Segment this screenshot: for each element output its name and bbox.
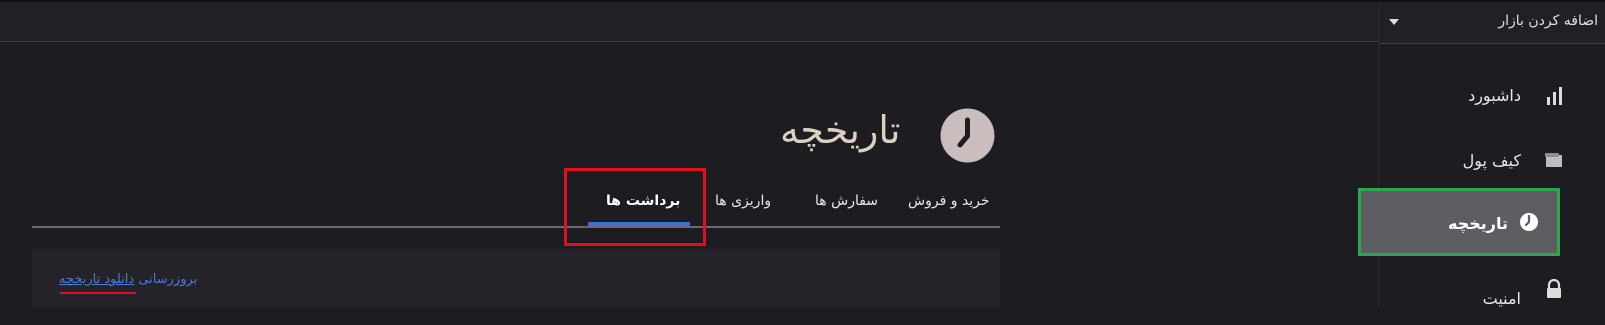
tab-orders[interactable]: سفارش ها [815, 193, 878, 209]
market-selector-label: اضافه کردن بازار [1498, 13, 1598, 29]
clock-icon [1520, 213, 1538, 231]
sidebar-item-label: کیف پول [1462, 151, 1521, 170]
refresh-link[interactable]: بروزرسانی [138, 272, 197, 287]
wallet-icon [1545, 153, 1562, 167]
chevron-down-icon[interactable] [1389, 19, 1399, 25]
annotation-highlight-box [564, 168, 706, 246]
bar-chart-icon [1547, 87, 1562, 105]
sidebar-item-wallet[interactable]: کیف پول [1379, 132, 1605, 190]
tab-deposits[interactable]: واریزی ها [715, 193, 771, 209]
sidebar-item-label: تاریخچه [1448, 214, 1508, 233]
tabs-divider [32, 226, 1000, 228]
sidebar-item-dashboard[interactable]: داشبورد [1379, 68, 1605, 126]
sidebar-item-security[interactable]: امنیت [1379, 267, 1605, 325]
sidebar-item-history[interactable]: تاریخچه [1358, 188, 1560, 256]
page-title: تاریخچه [780, 108, 901, 152]
history-actions: بروزرسانی دانلود تاریخچه [59, 272, 197, 287]
sidebar-item-label: داشبورد [1468, 86, 1521, 105]
main-header-bar [0, 2, 1378, 42]
annotation-underline [60, 292, 136, 294]
tab-trades[interactable]: خرید و فروش [908, 193, 990, 209]
lock-icon [1547, 279, 1561, 298]
clock-icon [940, 108, 995, 163]
download-history-link[interactable]: دانلود تاریخچه [59, 272, 134, 287]
sidebar-item-label: امنیت [1482, 289, 1521, 308]
market-selector[interactable]: اضافه کردن بازار [1379, 2, 1605, 44]
sidebar: اضافه کردن بازار داشبورد کیف پول تاریخچه… [1358, 2, 1605, 308]
